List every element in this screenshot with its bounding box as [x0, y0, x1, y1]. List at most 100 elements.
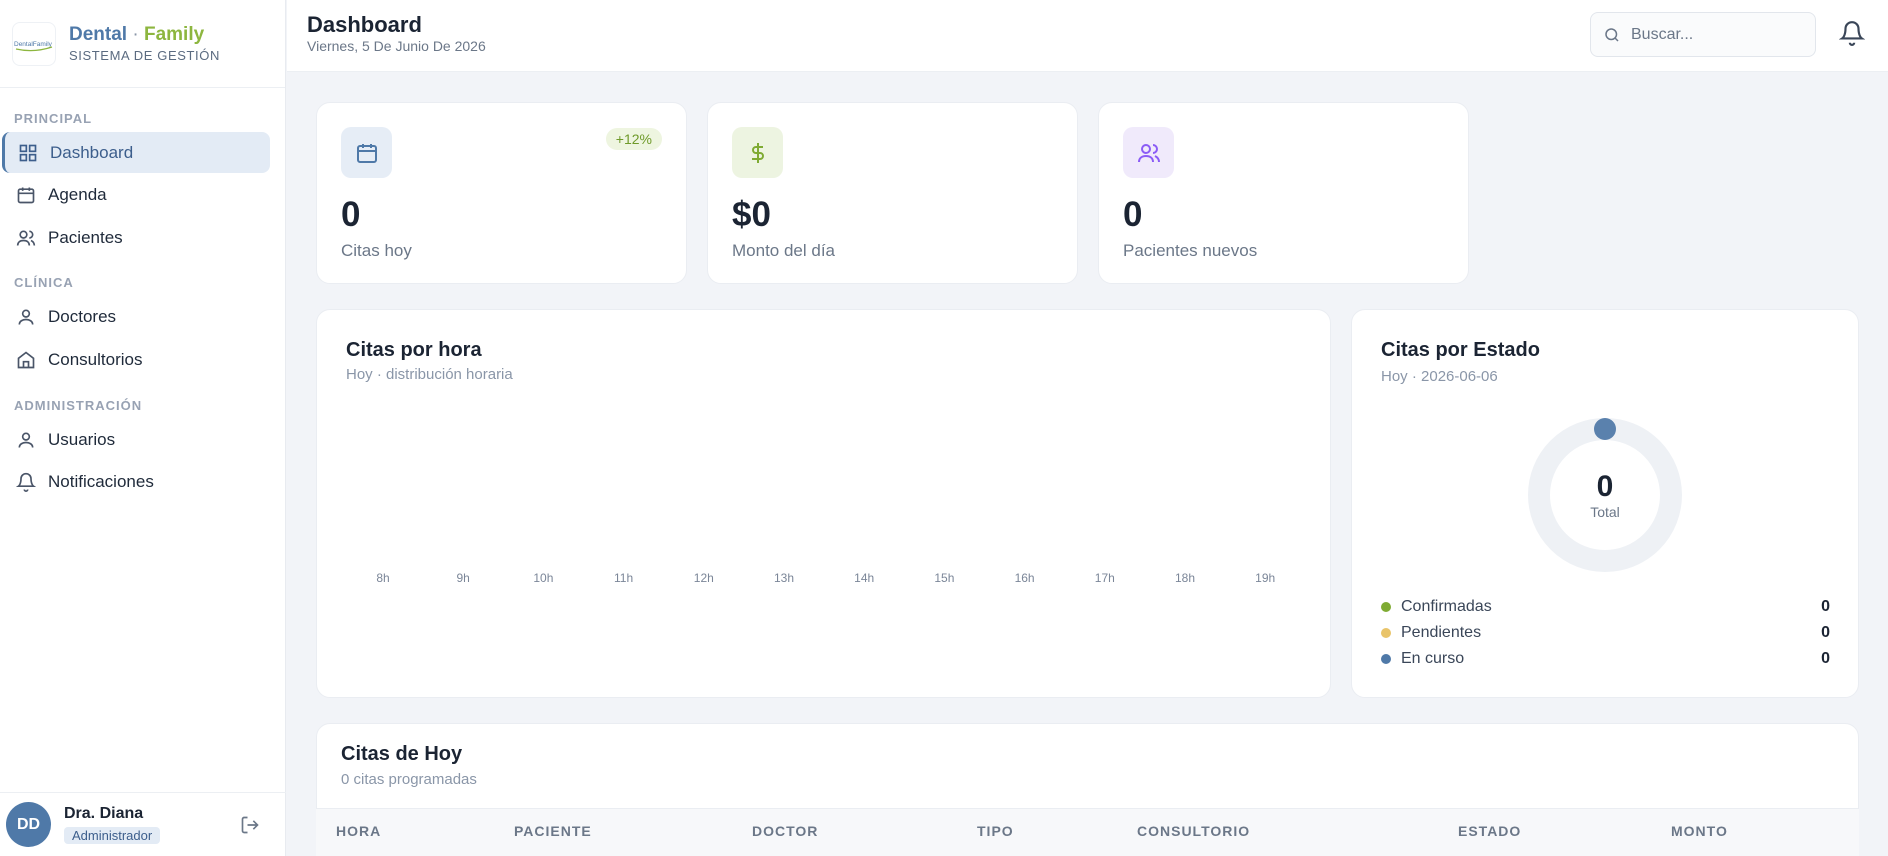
status-chart-subtitle: Hoy · 2026-06-06 [1381, 368, 1498, 385]
donut-total-label: Total [1590, 504, 1620, 520]
donut-marker [1594, 418, 1616, 440]
section-label-administracion: ADMINISTRACIÓN [14, 398, 143, 413]
legend-dot [1381, 628, 1391, 638]
users-icon [1137, 143, 1160, 162]
legend-value: 0 [1821, 650, 1830, 667]
hourly-chart-subtitle: Hoy · distribución horaria [346, 366, 513, 383]
sidebar-item-doctores[interactable]: Doctores [2, 296, 270, 337]
sidebar-item-label: Doctores [48, 306, 117, 326]
column-header-hora[interactable]: HORA [336, 823, 381, 839]
sidebar-item-pacientes[interactable]: Pacientes [2, 217, 270, 258]
avatar[interactable]: DD [6, 802, 51, 847]
x-tick-label: 10h [533, 571, 554, 585]
donut-total-value: 0 [1596, 470, 1614, 503]
section-label-clinica: CLÍNICA [14, 275, 74, 290]
x-tick-label: 19h [1255, 571, 1276, 585]
column-header-estado[interactable]: ESTADO [1458, 823, 1521, 839]
search-box[interactable] [1590, 12, 1816, 57]
legend-label: Confirmadas [1401, 598, 1492, 615]
user-name: Dra. Diana [64, 804, 144, 822]
stat-label: Monto del día [732, 241, 836, 260]
legend-item-confirmadas: Confirmadas 0 [1381, 596, 1830, 618]
page-title: Dashboard [307, 12, 422, 37]
stat-icon-box [732, 127, 783, 178]
logout-icon[interactable] [240, 815, 260, 835]
x-tick-label: 16h [1014, 571, 1035, 585]
stat-card-citas-hoy: +12% 0 Citas hoy [316, 102, 687, 284]
x-tick-label: 14h [854, 571, 875, 585]
sidebar-item-label: Usuarios [48, 429, 116, 449]
sidebar-item-dashboard[interactable]: Dashboard [2, 132, 270, 173]
search-icon [1605, 27, 1619, 42]
x-tick-label: 13h [773, 571, 795, 585]
sidebar-item-notificaciones[interactable]: Notificaciones [2, 461, 270, 502]
legend-item-pendientes: Pendientes 0 [1381, 622, 1830, 644]
home-icon [17, 350, 35, 368]
stat-value: 0 [341, 195, 361, 234]
user-icon [18, 309, 34, 325]
legend-item-en-curso: En curso 0 [1381, 648, 1830, 670]
x-tick-label: 12h [693, 571, 714, 585]
calendar-icon [356, 143, 377, 163]
grid-icon [19, 144, 37, 161]
column-header-tipo[interactable]: TIPO [977, 823, 1014, 839]
x-tick-label: 18h [1174, 571, 1196, 585]
status-chart-title: Citas por Estado [1381, 339, 1540, 361]
legend-label: Pendientes [1401, 624, 1482, 641]
brand-subtitle: SISTEMA DE GESTIÓN [69, 48, 220, 63]
stat-label: Citas hoy [341, 241, 412, 260]
sidebar-item-consultorios[interactable]: Consultorios [2, 339, 270, 380]
users-icon [16, 230, 36, 246]
stat-card-pacientes-nuevos: 0 Pacientes nuevos [1098, 102, 1469, 284]
sidebar-item-label: Agenda [48, 184, 107, 204]
stat-icon-box [341, 127, 392, 178]
sidebar-item-label: Notificaciones [48, 471, 154, 491]
logo-text: DentalFamily [14, 41, 53, 48]
calendar-icon [17, 187, 35, 203]
today-subtitle: 0 citas programadas [341, 771, 477, 788]
brand: DentalFamily Dental · Family SISTEMA DE … [0, 0, 285, 88]
legend-dot [1381, 602, 1391, 612]
sidebar-item-label: Consultorios [48, 349, 143, 369]
column-header-doctor[interactable]: DOCTOR [752, 823, 818, 839]
sidebar-item-label: Pacientes [48, 227, 123, 247]
page-date: Viernes, 5 De Junio De 2026 [307, 38, 486, 54]
table-header: HORA PACIENTE DOCTOR TIPO CONSULTORIO ES… [316, 808, 1859, 856]
bell-icon [16, 472, 36, 492]
user-icon [18, 432, 34, 448]
sidebar-item-agenda[interactable]: Agenda [2, 174, 270, 215]
user-profile: DD Dra. Diana Administrador [0, 792, 286, 856]
stat-icon-box [1123, 127, 1174, 178]
dollar-icon [751, 142, 764, 163]
sidebar-item-usuarios[interactable]: Usuarios [2, 419, 270, 460]
brand-name: Dental · Family [69, 24, 205, 45]
x-tick-label: 11h [614, 571, 634, 585]
brand-logo: DentalFamily [12, 21, 56, 66]
legend-label: En curso [1401, 650, 1465, 667]
today-title: Citas de Hoy [341, 743, 463, 765]
sidebar-item-label: Dashboard [50, 142, 134, 162]
legend-dot [1381, 654, 1391, 664]
top-header: Dashboard Viernes, 5 De Junio De 2026 [287, 0, 1888, 72]
trend-badge: +12% [605, 128, 662, 150]
x-tick-label: 15h [934, 571, 955, 585]
column-header-paciente[interactable]: PACIENTE [514, 823, 592, 839]
x-tick-label: 17h [1094, 571, 1115, 585]
section-label-principal: PRINCIPAL [14, 111, 93, 126]
logo-mark-icon: DentalFamily [14, 41, 53, 51]
user-role-badge: Administrador [64, 826, 161, 844]
stat-label: Pacientes nuevos [1123, 241, 1258, 260]
x-tick-label: 8h [376, 571, 390, 585]
column-header-monto[interactable]: MONTO [1671, 823, 1728, 839]
notifications-bell-icon[interactable] [1839, 20, 1865, 46]
stat-card-monto: $0 Monto del día [707, 102, 1078, 284]
legend-value: 0 [1821, 624, 1830, 641]
legend-value: 0 [1821, 598, 1830, 615]
stat-value: $0 [732, 195, 771, 234]
sidebar: DentalFamily Dental · Family SISTEMA DE … [0, 0, 286, 856]
x-tick-label: 9h [456, 571, 470, 585]
search-input[interactable] [1631, 25, 1801, 44]
stat-value: 0 [1123, 195, 1143, 234]
column-header-consultorio[interactable]: CONSULTORIO [1137, 823, 1250, 839]
hourly-chart-title: Citas por hora [346, 339, 482, 361]
